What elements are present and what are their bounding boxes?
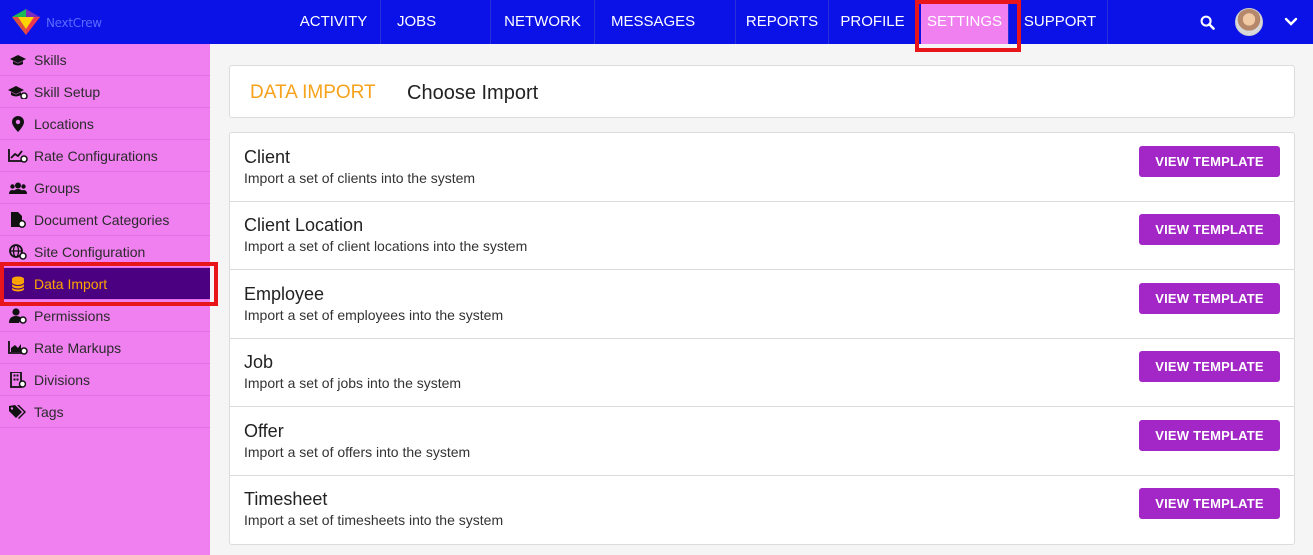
import-title: Client Location [244, 215, 364, 235]
view-template-button[interactable]: VIEW TEMPLATE [1139, 488, 1280, 519]
view-template-button[interactable]: VIEW TEMPLATE [1139, 146, 1280, 177]
app-logo[interactable]: NextCrew [10, 7, 110, 37]
import-description: Import a set of client locations into th… [244, 238, 528, 254]
import-title: Timesheet [244, 489, 328, 509]
nav-messages[interactable]: MESSAGES [595, 0, 736, 44]
view-template-button[interactable]: VIEW TEMPLATE [1139, 283, 1280, 314]
sidebar-item-groups[interactable]: Groups [0, 172, 210, 204]
view-template-button[interactable]: VIEW TEMPLATE [1139, 420, 1280, 451]
sidebar-item-label: Skill Setup [34, 83, 101, 100]
top-navigation-bar: NextCrew ACTIVITY JOBS NETWORK MESSAGES … [0, 0, 1313, 44]
file-gear-icon [8, 211, 28, 228]
sidebar-item-rate-markups[interactable]: Rate Markups [0, 332, 210, 364]
graduation-cap-icon [8, 52, 28, 68]
logo-mark-icon [12, 9, 40, 35]
section-label: DATA IMPORT [250, 82, 376, 103]
sidebar-item-skill-setup[interactable]: Skill Setup [0, 76, 210, 108]
import-row-client-location: Client Location Import a set of client l… [230, 202, 1294, 270]
sidebar-item-document-categories[interactable]: Document Categories [0, 204, 210, 236]
sidebar-item-skills[interactable]: Skills [0, 44, 210, 76]
nav-reports[interactable]: REPORTS [736, 0, 829, 44]
building-gear-icon [8, 371, 28, 388]
import-list: Client Import a set of clients into the … [229, 132, 1295, 545]
import-description: Import a set of jobs into the system [244, 375, 462, 391]
sidebar-item-locations[interactable]: Locations [0, 108, 210, 140]
import-title: Employee [244, 284, 325, 304]
nav-support[interactable]: SUPPORT [1013, 0, 1108, 44]
sidebar-item-permissions[interactable]: Permissions [0, 300, 210, 332]
globe-gear-icon [8, 243, 28, 260]
import-row-offer: Offer Import a set of offers into the sy… [230, 407, 1294, 476]
sidebar-item-tags[interactable]: Tags [0, 396, 210, 428]
settings-sidebar: Skills Skill Setup Locations Rate Config… [0, 44, 210, 555]
chart-line-gear-icon [8, 148, 28, 164]
import-row-job: Job Import a set of jobs into the system… [230, 339, 1294, 407]
nav-network[interactable]: NETWORK [491, 0, 595, 44]
import-description: Import a set of timesheets into the syst… [244, 512, 504, 528]
sidebar-item-label: Data Import [34, 275, 108, 292]
import-row-timesheet: Timesheet Import a set of timesheets int… [230, 476, 1294, 544]
chevron-down-icon[interactable] [1280, 0, 1302, 44]
sidebar-item-label: Document Categories [34, 211, 170, 228]
sidebar-item-label: Skills [34, 51, 67, 68]
sidebar-item-site-configuration[interactable]: Site Configuration [0, 236, 210, 268]
import-title: Job [244, 352, 274, 372]
tags-icon [8, 404, 28, 420]
page-header: DATA IMPORT Choose Import [229, 65, 1295, 118]
import-row-client: Client Import a set of clients into the … [230, 133, 1294, 202]
sidebar-item-label: Permissions [34, 307, 111, 324]
sidebar-item-label: Tags [34, 403, 64, 420]
sidebar-item-label: Rate Markups [34, 339, 122, 356]
import-description: Import a set of offers into the system [244, 444, 471, 460]
import-description: Import a set of clients into the system [244, 170, 476, 186]
import-title: Client [244, 147, 291, 167]
view-template-button[interactable]: VIEW TEMPLATE [1139, 351, 1280, 382]
nav-settings[interactable]: SETTINGS [921, 0, 1009, 44]
import-description: Import a set of employees into the syste… [244, 307, 504, 323]
database-icon [8, 276, 28, 292]
view-template-button[interactable]: VIEW TEMPLATE [1139, 214, 1280, 245]
map-marker-icon [8, 115, 28, 132]
search-icon[interactable] [1196, 0, 1218, 44]
sidebar-item-label: Rate Configurations [34, 147, 158, 164]
sidebar-item-label: Divisions [34, 371, 91, 388]
sidebar-item-data-import[interactable]: Data Import [0, 268, 210, 300]
sidebar-item-label: Groups [34, 179, 80, 196]
nav-jobs[interactable]: JOBS [381, 0, 491, 44]
user-gear-icon [8, 307, 28, 324]
graduation-cap-gear-icon [8, 84, 28, 100]
users-icon [8, 180, 28, 196]
sidebar-item-divisions[interactable]: Divisions [0, 364, 210, 396]
sidebar-item-label: Locations [34, 115, 94, 132]
nav-profile[interactable]: PROFILE [829, 0, 917, 44]
sidebar-item-label: Site Configuration [34, 243, 146, 260]
user-avatar[interactable] [1235, 8, 1263, 36]
logo-text: NextCrew [46, 16, 102, 30]
sidebar-item-rate-configurations[interactable]: Rate Configurations [0, 140, 210, 172]
nav-activity[interactable]: ACTIVITY [287, 0, 381, 44]
page-title: Choose Import [407, 82, 539, 104]
import-title: Offer [244, 421, 284, 441]
chart-area-gear-icon [8, 340, 28, 356]
import-row-employee: Employee Import a set of employees into … [230, 270, 1294, 339]
